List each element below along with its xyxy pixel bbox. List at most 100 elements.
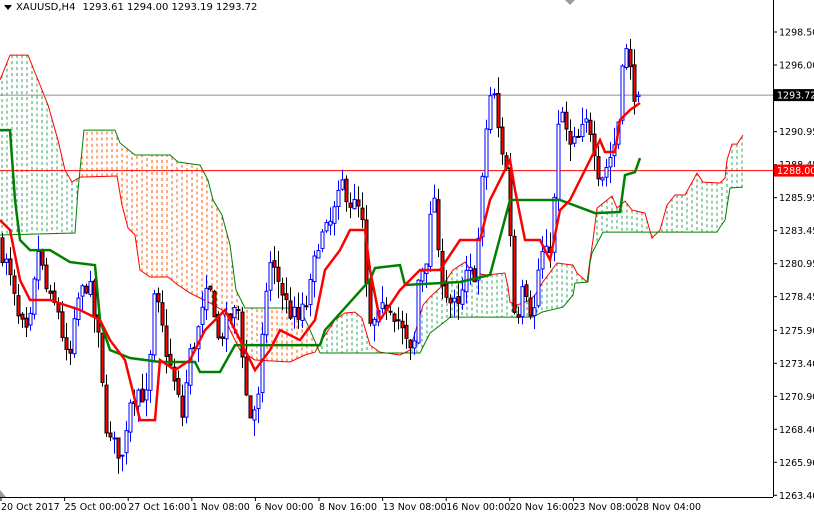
candle bbox=[176, 370, 181, 398]
candle-body bbox=[240, 311, 245, 358]
candle bbox=[152, 289, 157, 362]
candle bbox=[8, 247, 13, 286]
candle-body bbox=[24, 317, 29, 328]
candle bbox=[352, 183, 357, 210]
candle bbox=[40, 248, 45, 270]
candle-body bbox=[432, 197, 437, 213]
candle-body bbox=[436, 199, 441, 251]
candle bbox=[400, 310, 405, 345]
axes: 1298.501296.001290.951288.451285.951283.… bbox=[0, 0, 814, 514]
candle-body bbox=[100, 332, 105, 384]
candle-body bbox=[416, 279, 421, 344]
candle-body bbox=[164, 325, 169, 357]
y-tick-label: 1298.50 bbox=[779, 28, 814, 39]
candle-body bbox=[208, 285, 213, 290]
price-chart[interactable]: 1298.501296.001290.951288.451285.951283.… bbox=[0, 0, 814, 514]
candle-body bbox=[344, 178, 349, 203]
candle-body bbox=[136, 389, 141, 407]
candle-body bbox=[488, 95, 493, 131]
candle bbox=[304, 295, 309, 311]
candle bbox=[20, 312, 25, 328]
candle-body bbox=[168, 353, 173, 366]
candle-body bbox=[556, 123, 561, 200]
candle-body bbox=[400, 320, 405, 329]
candle-body bbox=[352, 198, 357, 210]
x-tick-label: 1 Nov 08:00 bbox=[192, 502, 250, 513]
candle-body bbox=[516, 314, 521, 318]
candle bbox=[128, 399, 133, 442]
candle bbox=[516, 306, 521, 324]
candle-body bbox=[300, 303, 305, 321]
y-tick-label: 1280.95 bbox=[779, 259, 814, 270]
candle-body bbox=[204, 287, 209, 311]
candle bbox=[596, 146, 601, 187]
candle-body bbox=[20, 313, 25, 320]
candle bbox=[608, 142, 613, 184]
candle-body bbox=[324, 222, 329, 232]
candle-body bbox=[624, 48, 629, 68]
candle bbox=[336, 180, 341, 220]
candle-body bbox=[484, 128, 489, 178]
candle bbox=[420, 267, 425, 292]
candle bbox=[28, 306, 33, 331]
candle-body bbox=[64, 337, 69, 350]
y-tick-label: 1278.45 bbox=[779, 292, 814, 303]
candle bbox=[84, 283, 89, 295]
x-tick-label: 16 Nov 00:00 bbox=[446, 502, 510, 513]
candle-body bbox=[0, 237, 5, 264]
candle-body bbox=[152, 293, 157, 356]
candle-body bbox=[404, 324, 409, 339]
candle bbox=[80, 283, 85, 311]
candle-body bbox=[272, 260, 277, 268]
candle-body bbox=[368, 280, 373, 324]
candle-body bbox=[288, 300, 293, 319]
x-tick-label: 28 Nov 04:00 bbox=[637, 502, 701, 513]
candle-body bbox=[88, 281, 93, 295]
candle-body bbox=[328, 220, 333, 226]
candle-body bbox=[68, 348, 73, 354]
candle-body bbox=[444, 283, 449, 298]
candle-body bbox=[396, 319, 401, 322]
candle-body bbox=[608, 156, 613, 168]
candle bbox=[528, 290, 533, 320]
candle bbox=[204, 275, 209, 321]
candle-body bbox=[292, 306, 297, 318]
candle bbox=[56, 297, 61, 320]
candle bbox=[120, 454, 125, 472]
scroll-shift-triangle-icon bbox=[0, 490, 6, 497]
candle-body bbox=[600, 177, 605, 181]
candle-body bbox=[528, 297, 533, 317]
candle-body bbox=[392, 313, 397, 322]
candle-body bbox=[584, 118, 589, 123]
candle-body bbox=[564, 111, 569, 130]
candle bbox=[412, 331, 417, 355]
candle bbox=[500, 117, 505, 165]
candle-body bbox=[268, 262, 273, 291]
candle-body bbox=[244, 356, 249, 396]
candle-body bbox=[304, 305, 309, 308]
candle bbox=[112, 431, 117, 454]
candle bbox=[536, 258, 541, 308]
candle bbox=[628, 38, 633, 80]
candle-body bbox=[84, 285, 89, 294]
candle-body bbox=[320, 231, 325, 249]
candle-body bbox=[620, 65, 625, 121]
candle bbox=[64, 322, 69, 361]
x-tick-label: 23 Nov 08:00 bbox=[573, 502, 637, 513]
candle bbox=[156, 287, 161, 313]
price-axis-bg bbox=[773, 0, 814, 514]
candle bbox=[280, 277, 285, 311]
candle-body bbox=[176, 378, 181, 395]
candle-body bbox=[220, 336, 225, 339]
candle-body bbox=[264, 290, 269, 336]
candle-body bbox=[92, 280, 97, 318]
candle-body bbox=[276, 266, 281, 282]
candle-body bbox=[112, 437, 117, 440]
candle bbox=[68, 340, 73, 366]
candle-body bbox=[56, 303, 61, 313]
candle bbox=[512, 229, 517, 315]
candle bbox=[168, 338, 173, 369]
candle bbox=[396, 307, 401, 330]
candle-body bbox=[48, 290, 53, 294]
candle-body bbox=[492, 93, 497, 96]
